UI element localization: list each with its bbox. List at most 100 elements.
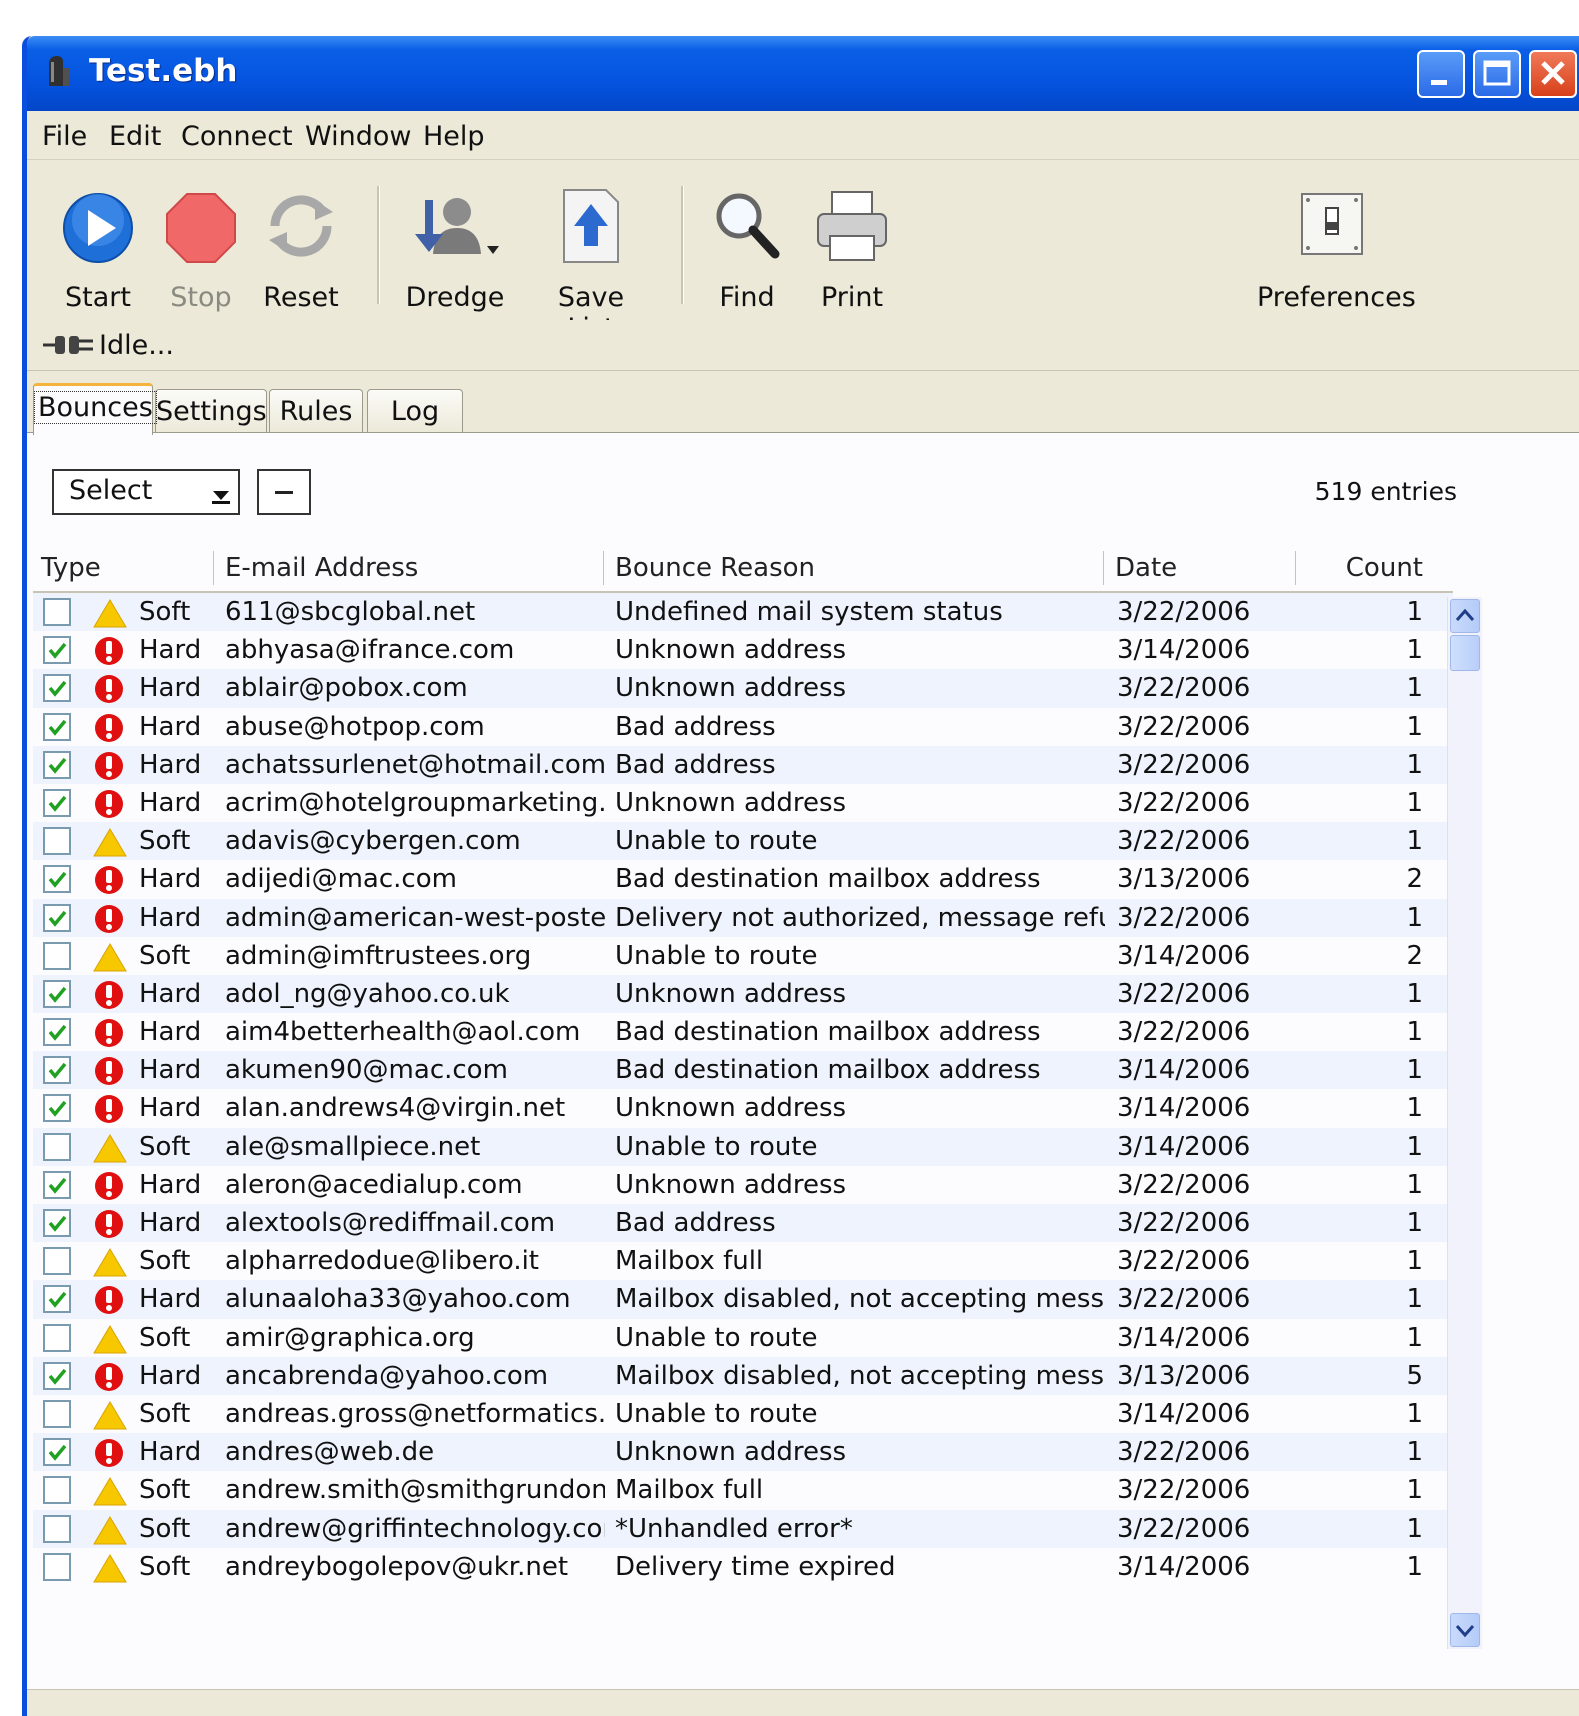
scroll-down-button[interactable] <box>1450 1613 1480 1647</box>
row-checkbox[interactable] <box>43 1323 71 1352</box>
table-body: Soft 611@sbcglobal.net Undefined mail syst… <box>33 593 1453 1586</box>
menu-edit[interactable]: Edit <box>109 121 161 152</box>
table-row[interactable]: Hard alan.andrews4@virgin.net Unknown addr… <box>33 1089 1453 1128</box>
row-checkbox[interactable] <box>43 750 71 779</box>
scroll-up-button[interactable] <box>1450 599 1480 633</box>
table-row[interactable]: Hard abuse@hotpop.com Bad address 3/22/2006… <box>33 707 1453 746</box>
row-checkbox[interactable] <box>43 636 71 665</box>
maximize-button[interactable] <box>1473 50 1521 98</box>
column-header-reason[interactable]: Bounce Reason <box>615 553 815 583</box>
table-row[interactable]: Hard adol_ng@yahoo.co.uk Unknown address 3/… <box>33 974 1453 1014</box>
row-checkbox[interactable] <box>43 903 71 932</box>
table-row[interactable]: Soft alpharredodue@libero.it Mailbox full 3… <box>33 1242 1453 1281</box>
column-divider[interactable] <box>1103 551 1104 585</box>
start-button[interactable]: Start <box>38 172 158 313</box>
row-checkbox[interactable] <box>43 1170 71 1199</box>
row-checkbox[interactable] <box>43 1361 71 1390</box>
find-button[interactable]: Find <box>687 172 807 313</box>
menu-help[interactable]: Help <box>423 121 485 152</box>
table-row[interactable]: Soft adavis@cybergen.com Unable to route 3/… <box>33 822 1453 861</box>
tab-log[interactable]: Log <box>367 389 463 433</box>
table-row[interactable]: Hard achatssurlenet@hotmail.com Bad addres… <box>33 745 1453 784</box>
table-row[interactable]: Hard aleron@acedialup.com Unknown address 3… <box>33 1165 1453 1204</box>
chevron-up-icon <box>1455 608 1475 621</box>
table-row[interactable]: Hard alunaaloha33@yahoo.com Mailbox disabl… <box>33 1280 1453 1319</box>
table-row[interactable]: Hard akumen90@mac.com Bad destination mail… <box>33 1051 1453 1090</box>
remove-button[interactable] <box>257 469 311 515</box>
row-checkbox[interactable] <box>43 1552 71 1581</box>
row-reason: Bad destination mailbox address <box>615 1017 1041 1048</box>
preferences-button[interactable]: Preferences <box>1257 172 1416 313</box>
save-list-button[interactable]: Save List <box>531 172 651 344</box>
column-divider[interactable] <box>603 551 604 585</box>
close-button[interactable] <box>1529 50 1577 98</box>
column-header-date[interactable]: Date <box>1115 553 1177 583</box>
row-checkbox[interactable] <box>43 1476 71 1505</box>
menu-connect[interactable]: Connect <box>181 121 293 152</box>
row-checkbox[interactable] <box>43 1209 71 1237</box>
table-row[interactable]: Soft andreybogolepov@ukr.net Delivery time… <box>33 1547 1453 1586</box>
row-checkbox[interactable] <box>43 1018 71 1047</box>
print-button[interactable]: Print <box>792 172 912 313</box>
tab-rules[interactable]: Rules <box>269 389 363 433</box>
column-divider[interactable] <box>1295 551 1296 585</box>
row-reason: Mailbox disabled, not accepting messages <box>615 1360 1105 1391</box>
table-row[interactable]: Soft amir@graphica.org Unable to route 3/14… <box>33 1318 1453 1357</box>
select-dropdown[interactable]: Select <box>52 469 240 515</box>
table-row[interactable]: Soft andrew.smith@smithgrundon.… Mailbox f… <box>33 1471 1453 1510</box>
table-row[interactable]: Soft andrew@griffintechnology.com *Unhandl… <box>33 1509 1453 1548</box>
row-checkbox[interactable] <box>43 979 71 1008</box>
row-type: Hard <box>139 1169 202 1200</box>
table-row[interactable]: Hard ablair@pobox.com Unknown address 3/22/… <box>33 669 1453 708</box>
menu-window[interactable]: Window <box>305 121 411 152</box>
menu-file[interactable]: File <box>42 121 87 152</box>
table-row[interactable]: Soft admin@imftrustees.org Unable to route… <box>33 936 1453 975</box>
column-header-count[interactable]: Count <box>1346 553 1423 583</box>
table-header: Type E-mail Address Bounce Reason Date C… <box>33 545 1453 593</box>
table-row[interactable]: Hard abhyasa@ifrance.com Unknown address 3/… <box>33 631 1453 670</box>
table-row[interactable]: Hard adijedi@mac.com Bad destination mailb… <box>33 860 1453 899</box>
minimize-button[interactable] <box>1417 50 1465 98</box>
table-row[interactable]: Hard aim4betterhealth@aol.com Bad destinat… <box>33 1013 1453 1052</box>
table-row[interactable]: Hard andres@web.de Unknown address 3/22/200… <box>33 1433 1453 1472</box>
table-row[interactable]: Hard acrim@hotelgroupmarketing.com Unknown… <box>33 783 1453 823</box>
row-checkbox[interactable] <box>43 1285 71 1314</box>
tab-settings[interactable]: Settings <box>155 389 267 433</box>
reset-button[interactable]: Reset <box>241 172 361 313</box>
row-checkbox[interactable] <box>43 674 71 703</box>
table-row[interactable]: Hard ancabrenda@yahoo.com Mailbox disabled… <box>33 1356 1453 1395</box>
column-divider[interactable] <box>213 551 214 585</box>
row-checkbox[interactable] <box>43 1247 71 1276</box>
row-email: andres@web.de <box>225 1437 435 1468</box>
row-checkbox[interactable] <box>43 1514 71 1543</box>
row-type: Hard <box>139 635 202 666</box>
row-count: 1 <box>1406 1093 1423 1124</box>
table-row[interactable]: Hard admin@american-west-poster… Delivery … <box>33 898 1453 937</box>
row-checkbox[interactable] <box>43 598 71 626</box>
scroll-thumb[interactable] <box>1450 635 1480 671</box>
dredge-button[interactable]: Dredge <box>395 172 515 313</box>
row-checkbox[interactable] <box>43 1438 71 1467</box>
row-checkbox[interactable] <box>43 1399 71 1428</box>
table-row[interactable]: Soft 611@sbcglobal.net Undefined mail syst… <box>33 593 1453 632</box>
row-checkbox[interactable] <box>43 865 71 894</box>
row-checkbox[interactable] <box>43 788 71 817</box>
vertical-scrollbar[interactable] <box>1447 597 1482 1649</box>
row-checkbox[interactable] <box>43 1056 71 1085</box>
column-header-type[interactable]: Type <box>41 553 101 583</box>
column-header-email[interactable]: E-mail Address <box>225 553 418 583</box>
table-row[interactable]: Soft andreas.gross@netformatics.de Unable … <box>33 1394 1453 1434</box>
row-checkbox[interactable] <box>43 1132 71 1161</box>
error-icon <box>93 789 125 826</box>
table-row[interactable]: Hard alextools@rediffmail.com Bad address 3… <box>33 1204 1453 1243</box>
row-checkbox[interactable] <box>43 941 71 970</box>
table-row[interactable]: Soft ale@smallpiece.net Unable to route 3/1… <box>33 1127 1453 1166</box>
row-checkbox[interactable] <box>43 712 71 741</box>
row-checkbox[interactable] <box>43 1094 71 1123</box>
row-checkbox[interactable] <box>43 827 71 856</box>
title-bar[interactable]: Test.ebh <box>27 36 1579 111</box>
row-email: admin@imftrustees.org <box>225 940 532 971</box>
row-email: adijedi@mac.com <box>225 864 457 895</box>
tab-bounces[interactable]: Bounces <box>33 383 157 435</box>
bounce-table: Type E-mail Address Bounce Reason Date C… <box>33 545 1453 1586</box>
